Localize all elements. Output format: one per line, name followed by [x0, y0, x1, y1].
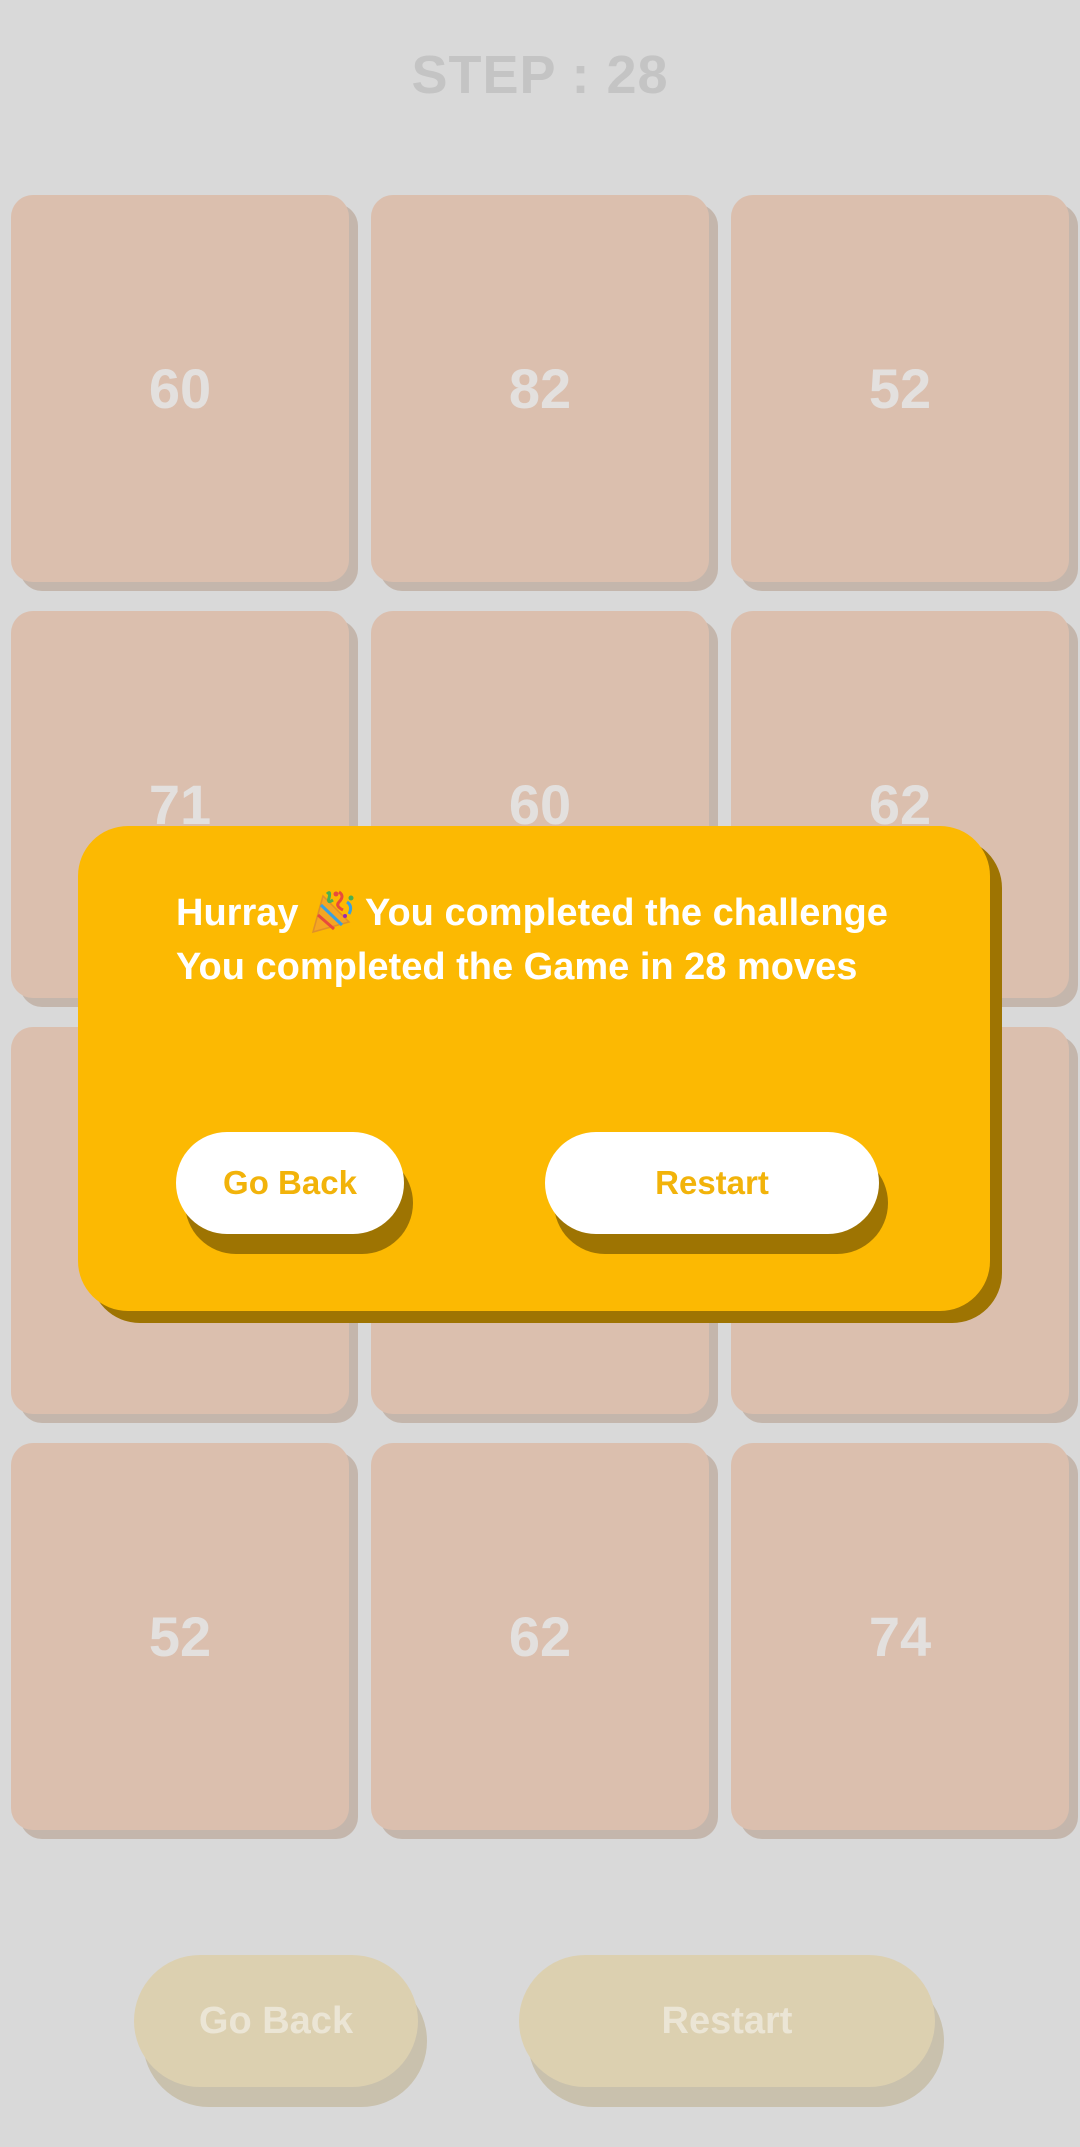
dialog-restart-button[interactable]: Restart — [545, 1132, 879, 1234]
tile-value: 60 — [148, 357, 212, 420]
step-counter: STEP : 28 — [411, 45, 669, 105]
tile[interactable]: 62 — [371, 1443, 709, 1830]
tile-value: 52 — [148, 1605, 212, 1668]
dialog-line-1: Hurray You completed the challenge — [176, 886, 976, 940]
dialog-go-back-button[interactable]: Go Back — [176, 1132, 404, 1234]
tile-value: 52 — [868, 357, 932, 420]
tile[interactable]: 60 — [11, 195, 349, 582]
tile-value: 82 — [508, 357, 572, 420]
tile[interactable]: 74 — [731, 1443, 1069, 1830]
completion-dialog: Hurray You completed the challenge You c… — [78, 826, 990, 1311]
dialog-line-1-suffix: You completed the challenge — [364, 892, 888, 934]
tile[interactable]: 82 — [371, 195, 709, 582]
tile[interactable]: 52 — [11, 1443, 349, 1830]
dialog-message: Hurray You completed the challenge You c… — [176, 886, 976, 994]
dialog-line-1-prefix: Hurray — [176, 892, 299, 934]
tile-value: 74 — [868, 1605, 932, 1668]
tile-value: 62 — [508, 1605, 572, 1668]
party-popper-icon — [311, 890, 354, 934]
dialog-line-2: You completed the Game in 28 moves — [176, 946, 858, 988]
tile[interactable]: 52 — [731, 195, 1069, 582]
go-back-button[interactable]: Go Back — [134, 1955, 418, 2087]
restart-button[interactable]: Restart — [519, 1955, 935, 2087]
